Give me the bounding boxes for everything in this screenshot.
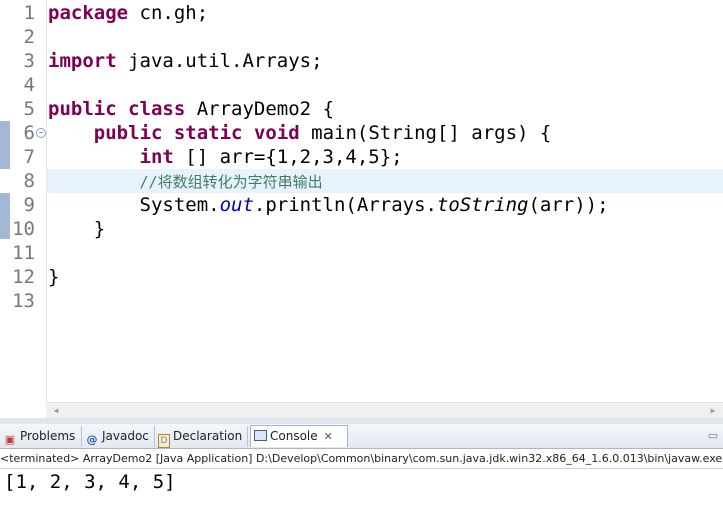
code-token: }	[48, 218, 106, 240]
code-line[interactable]: 8 //将数组转化为字符串输出	[0, 169, 723, 194]
code-token: int	[139, 146, 174, 168]
horizontal-scrollbar[interactable]: ◀ ▶	[46, 402, 723, 418]
code-token: static	[173, 122, 243, 144]
line-number: 12	[12, 266, 35, 288]
code-text[interactable]: }	[48, 265, 59, 289]
code-line[interactable]: 4	[0, 73, 723, 97]
minimize-icon[interactable]: ▭	[703, 428, 723, 444]
code-text[interactable]: public class ArrayDemo2 {	[48, 97, 334, 121]
code-line[interactable]: 6− public static void main(String[] args…	[0, 121, 723, 145]
code-line[interactable]: 3 import java.util.Arrays;	[0, 49, 723, 73]
console-process-status: <terminated> ArrayDemo2 [Java Applicatio…	[0, 449, 723, 469]
tab-javadoc[interactable]: @ Javadoc	[82, 426, 155, 447]
code-token: public	[93, 122, 163, 144]
code-token: //将数组转化为字符串输出	[139, 173, 323, 191]
code-text[interactable]: int [] arr={1,2,3,4,5};	[48, 145, 403, 169]
code-token: import	[48, 50, 117, 72]
code-text[interactable]: System.out.println(Arrays.toString(arr))…	[48, 193, 609, 217]
line-number: 13	[12, 290, 35, 312]
line-number: 2	[23, 26, 35, 48]
code-token: main(String[] args) {	[299, 122, 552, 144]
close-icon[interactable]: ✕	[324, 426, 333, 447]
code-token: (arr));	[528, 194, 609, 216]
code-line[interactable]: 5 public class ArrayDemo2 {	[0, 97, 723, 121]
line-number: 10	[12, 218, 35, 240]
scroll-right-arrow-icon[interactable]: ▶	[707, 403, 719, 418]
javadoc-icon: @	[86, 433, 98, 446]
code-line[interactable]: 10 }	[0, 217, 723, 241]
code-token: toString	[436, 194, 529, 216]
tab-declaration-label: Declaration	[173, 429, 243, 443]
code-line[interactable]: 7 int [] arr={1,2,3,4,5};	[0, 145, 723, 169]
code-token: .println(Arrays.	[253, 194, 437, 216]
fold-collapse-icon[interactable]: −	[36, 128, 46, 138]
code-text[interactable]: //将数组转化为字符串输出	[48, 169, 323, 194]
code-editor[interactable]: 1 package cn.gh; 2 3 import java.util.Arrays…	[0, 0, 723, 402]
code-line[interactable]: 13	[0, 289, 723, 313]
tab-console-label: Console	[270, 429, 318, 443]
code-token: }	[48, 266, 60, 288]
tab-console[interactable]: Console ✕	[250, 425, 348, 447]
code-token: cn.gh;	[128, 2, 209, 24]
line-number: 4	[23, 74, 35, 96]
gutter-bottom	[0, 402, 46, 418]
code-line[interactable]: 9 System.out.println(Arrays.toString(arr…	[0, 193, 723, 217]
tab-problems[interactable]: ▣ Problems	[0, 426, 82, 447]
scroll-left-arrow-icon[interactable]: ◀	[50, 403, 62, 418]
code-line[interactable]: 11	[0, 241, 723, 265]
code-token: ArrayDemo2 {	[185, 98, 335, 120]
line-number: 7	[23, 146, 35, 168]
line-number: 9	[23, 194, 35, 216]
code-token: [] arr={1,2,3,4,5};	[173, 146, 403, 168]
bottom-panel-tabbar: ▣ Problems @ Javadoc D Declaration Console ✕…	[0, 424, 723, 449]
line-number: 8	[0, 169, 35, 193]
problems-icon: ▣	[4, 433, 16, 446]
line-number: 11	[12, 242, 35, 264]
code-line[interactable]: 1 package cn.gh;	[0, 1, 723, 25]
code-token: package	[48, 2, 129, 24]
line-number: 1	[23, 2, 35, 24]
code-token: void	[253, 122, 300, 144]
code-text[interactable]: public static void main(String[] args) {	[48, 121, 552, 145]
tab-problems-label: Problems	[20, 429, 76, 443]
console-icon	[254, 430, 267, 441]
code-line[interactable]: 12}	[0, 265, 723, 289]
code-text[interactable]: import java.util.Arrays;	[48, 49, 323, 73]
code-token: System.	[48, 194, 220, 216]
code-token: out	[219, 194, 254, 216]
console-output: [1, 2, 3, 4, 5]	[4, 471, 176, 493]
code-line[interactable]: 2	[0, 25, 723, 49]
code-text[interactable]: }	[48, 217, 105, 241]
line-number: 3	[23, 50, 35, 72]
line-number: 5	[23, 98, 35, 120]
line-number: 6	[23, 122, 35, 144]
tab-javadoc-label: Javadoc	[102, 429, 149, 443]
code-text[interactable]: package cn.gh;	[48, 1, 208, 25]
declaration-icon: D	[158, 434, 170, 448]
code-token: java.util.Arrays;	[116, 50, 323, 72]
tab-declaration[interactable]: D Declaration	[155, 426, 248, 448]
code-token: class	[128, 98, 186, 120]
code-token: public	[48, 98, 117, 120]
